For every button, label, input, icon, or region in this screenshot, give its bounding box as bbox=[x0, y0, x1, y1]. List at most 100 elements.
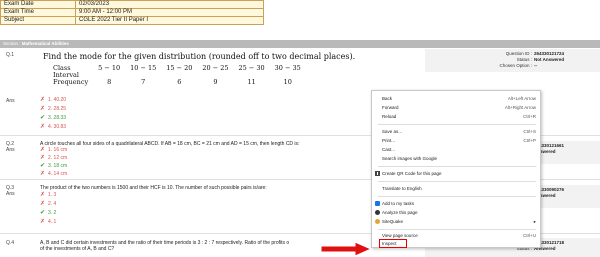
menu-item-label: Print... bbox=[382, 138, 396, 143]
menu-item-label: Add to my tasks bbox=[382, 201, 415, 206]
red-arrow-icon bbox=[320, 241, 373, 257]
menu-item-sitequake[interactable]: SiteQuake ▸ bbox=[372, 218, 542, 225]
menu-item-inspect[interactable]: Inspect bbox=[379, 239, 407, 248]
menu-item-label: View page source bbox=[382, 233, 418, 238]
option-text: 2. 28.25 bbox=[48, 106, 67, 112]
option-text: 3. 18 cm bbox=[48, 163, 68, 169]
option-text: 1. 3 bbox=[48, 192, 57, 198]
option-3: ✔ 3. 18 cm bbox=[40, 163, 67, 169]
cross-icon: ✗ bbox=[40, 147, 46, 153]
menu-item-reload[interactable]: Reload Ctrl+R bbox=[372, 113, 542, 120]
exam-time-value: 9:00 AM - 12:00 PM bbox=[75, 8, 264, 17]
option-1: ✗ 1. 16 cm bbox=[40, 147, 67, 153]
option-2: ✗ 2. 4 bbox=[40, 201, 56, 207]
frequency-cell: 8 bbox=[107, 78, 112, 86]
option-text: 4. 30.83 bbox=[48, 124, 67, 130]
class-cell: 5 − 10 bbox=[98, 64, 121, 72]
section-name: Mathematical Abilities bbox=[21, 41, 69, 46]
menu-item-view-source[interactable]: View page source Ctrl+U bbox=[372, 232, 542, 239]
option-text: 2. 12 cm bbox=[48, 155, 68, 161]
menu-item-label: SiteQuake bbox=[382, 219, 404, 224]
menu-item-forward[interactable]: Forward Alt+Right Arrow bbox=[372, 104, 542, 111]
subject-label: Subject bbox=[0, 16, 76, 25]
class-cell: 10 − 15 bbox=[130, 64, 157, 72]
section-prefix: Section : bbox=[3, 41, 22, 46]
qr-code-icon bbox=[375, 171, 380, 177]
option-text: 4. 14 cm bbox=[48, 171, 68, 177]
cross-icon: ✗ bbox=[40, 171, 46, 177]
menu-divider bbox=[378, 124, 536, 125]
option-4: ✗ 4. 30.83 bbox=[40, 124, 66, 130]
option-2: ✗ 2. 12 cm bbox=[40, 155, 67, 161]
check-icon: ✔ bbox=[40, 115, 46, 121]
option-1: ✗ 1. 40.20 bbox=[40, 97, 66, 103]
menu-item-search-images[interactable]: Search images with Google bbox=[372, 155, 542, 162]
browser-context-menu: Back Alt+Left Arrow Forward Alt+Right Arro… bbox=[371, 90, 541, 248]
chosen-option-label: Chosen Option : bbox=[499, 63, 532, 68]
answer-key-page: Exam Date 02/03/2023 Exam Time 9:00 AM - 1… bbox=[0, 0, 600, 257]
frequency-cell: 11 bbox=[247, 78, 256, 86]
menu-divider bbox=[378, 196, 536, 197]
menu-item-print[interactable]: Print... Ctrl+P bbox=[372, 137, 542, 144]
menu-item-translate[interactable]: Translate to English bbox=[372, 185, 542, 192]
menu-item-analyze[interactable]: Analyze this page bbox=[372, 209, 542, 216]
menu-item-label: Analyze this page bbox=[382, 210, 418, 215]
menu-item-label: Forward bbox=[382, 105, 399, 110]
class-cell: 30 − 35 bbox=[274, 64, 301, 72]
frequency-cell: 10 bbox=[283, 78, 292, 86]
exam-info-table: Exam Date 02/03/2023 Exam Time 9:00 AM - 1… bbox=[0, 0, 264, 25]
menu-item-back[interactable]: Back Alt+Left Arrow bbox=[372, 95, 542, 102]
frequency-table: Class 5 − 10 10 − 15 15 − 20 20 − 25 25 … bbox=[53, 65, 306, 86]
option-3: ✔ 3. 2 bbox=[40, 210, 56, 216]
class-cell: 20 − 25 bbox=[202, 64, 229, 72]
option-1: ✗ 1. 3 bbox=[40, 192, 56, 198]
frequency-cell: 9 bbox=[213, 78, 218, 86]
menu-item-label: Reload bbox=[382, 114, 397, 119]
menu-item-save-as[interactable]: Save as... Ctrl+S bbox=[372, 128, 542, 135]
subject-value: CGLE 2022 Tier II Paper I bbox=[75, 16, 264, 25]
option-text: 1. 40.20 bbox=[48, 97, 67, 103]
option-4: ✗ 4. 14 cm bbox=[40, 171, 67, 177]
menu-shortcut: Ctrl+S bbox=[523, 129, 536, 134]
frequency-cell: 7 bbox=[141, 78, 146, 86]
question-meta: Question ID :264330121724 Status : Not An… bbox=[425, 49, 600, 72]
menu-shortcut: Alt+Right Arrow bbox=[504, 105, 536, 110]
menu-item-label: Save as... bbox=[382, 129, 403, 134]
class-cell: 25 − 30 bbox=[238, 64, 265, 72]
tasks-icon bbox=[375, 201, 380, 207]
option-text: 1. 16 cm bbox=[48, 147, 68, 153]
answer-label: Ans bbox=[6, 191, 15, 197]
menu-shortcut: Ctrl+P bbox=[523, 138, 536, 143]
answer-label: Ans bbox=[6, 147, 15, 153]
menu-shortcut: Ctrl+U bbox=[523, 233, 536, 238]
option-3: ✔ 3. 28.33 bbox=[40, 115, 66, 121]
option-text: 4. 1 bbox=[48, 219, 57, 225]
question-text: Find the mode for the given distribution… bbox=[43, 52, 356, 61]
submenu-arrow-icon: ▸ bbox=[533, 219, 536, 224]
exam-time-label: Exam Time bbox=[0, 8, 76, 17]
cross-icon: ✗ bbox=[40, 97, 46, 103]
check-icon: ✔ bbox=[40, 163, 46, 169]
frequency-cell: 6 bbox=[177, 78, 182, 86]
status-value: Not Answered bbox=[534, 57, 565, 62]
menu-item-create-qr[interactable]: Create QR Code for this page bbox=[372, 170, 542, 177]
analyze-icon bbox=[375, 210, 380, 216]
menu-item-label: Inspect bbox=[382, 241, 397, 246]
menu-item-add-tasks[interactable]: Add to my tasks bbox=[372, 200, 542, 207]
menu-shortcut: Ctrl+R bbox=[523, 114, 536, 119]
option-text: 2. 4 bbox=[48, 201, 57, 207]
check-icon: ✔ bbox=[40, 210, 46, 216]
option-2: ✗ 2. 28.25 bbox=[40, 106, 66, 112]
option-text: 3. 2 bbox=[48, 210, 57, 216]
question-number: Q.4 bbox=[6, 240, 15, 246]
question-number: Q.1 bbox=[6, 52, 15, 58]
cross-icon: ✗ bbox=[40, 219, 46, 225]
sitequake-icon bbox=[375, 219, 380, 225]
cross-icon: ✗ bbox=[40, 192, 46, 198]
class-cell: 15 − 20 bbox=[166, 64, 193, 72]
menu-item-label: Search images with Google bbox=[382, 156, 438, 161]
menu-item-cast[interactable]: Cast... bbox=[372, 146, 542, 153]
menu-divider bbox=[378, 229, 536, 230]
option-4: ✗ 4. 1 bbox=[40, 219, 56, 225]
option-text: 3. 28.33 bbox=[48, 115, 67, 121]
